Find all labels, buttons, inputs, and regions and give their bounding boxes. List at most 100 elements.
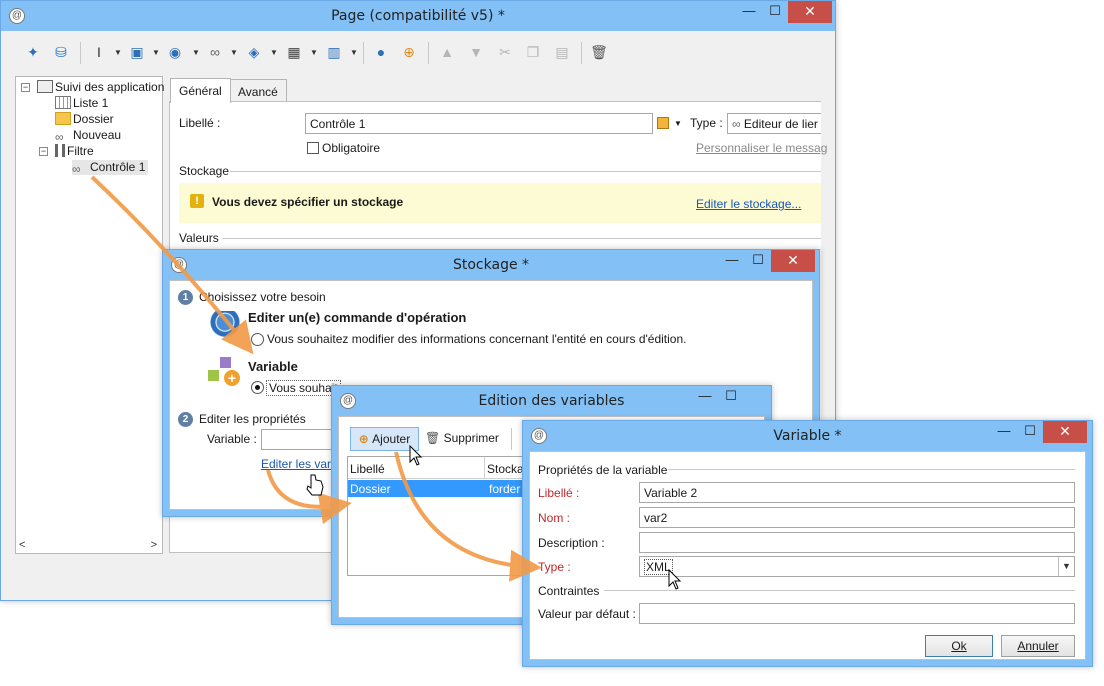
- copy-icon[interactable]: ❐: [524, 43, 542, 61]
- supprimer-button[interactable]: 🗑 Supprimer: [425, 431, 499, 445]
- dropdown-arrow-icon[interactable]: ▼: [674, 119, 682, 128]
- magic-wand-icon[interactable]: ✦: [24, 43, 42, 61]
- close-button[interactable]: ✕: [1043, 421, 1087, 443]
- dropdown-arrow-icon[interactable]: ▼: [192, 48, 200, 57]
- maximize-button[interactable]: ☐: [1017, 421, 1043, 443]
- type-label: Type :: [690, 116, 723, 130]
- step-2-label: Editer les propriétés: [199, 412, 306, 426]
- obligatoire-checkbox[interactable]: [307, 142, 319, 154]
- tree-collapse-icon[interactable]: −: [21, 83, 30, 92]
- step-1-badge: 1: [178, 290, 193, 305]
- libelle-input[interactable]: Contrôle 1: [305, 113, 653, 134]
- edit-stockage-link[interactable]: Editer le stockage...: [696, 197, 801, 211]
- minimize-button[interactable]: —: [719, 250, 745, 272]
- libelle-input[interactable]: Variable 2: [639, 482, 1075, 503]
- tree-item-controle[interactable]: ∞ Contrôle 1: [72, 160, 149, 176]
- columns-icon[interactable]: ▥: [325, 43, 343, 61]
- add-icon[interactable]: ⊕: [400, 43, 418, 61]
- form-icon: [37, 80, 53, 93]
- delete-icon: 🗑: [425, 431, 444, 445]
- tree-collapse-icon[interactable]: −: [39, 147, 48, 156]
- ok-button[interactable]: Ok: [925, 635, 993, 657]
- description-label: Description :: [538, 536, 605, 550]
- close-button[interactable]: ✕: [771, 250, 815, 272]
- tab-general[interactable]: Général: [170, 78, 231, 103]
- delete-icon[interactable]: 🗑: [590, 43, 608, 61]
- link-icon[interactable]: ∞: [206, 43, 224, 61]
- arrow-up-icon[interactable]: ▲: [438, 43, 456, 61]
- ajouter-button[interactable]: ⊕ Ajouter: [350, 427, 419, 451]
- arrow-down-icon[interactable]: ▼: [467, 43, 485, 61]
- tree-item-nouveau[interactable]: ∞ Nouveau: [55, 128, 121, 144]
- type-select[interactable]: ∞ Editeur de lier: [727, 113, 821, 134]
- link-icon: ∞: [55, 130, 64, 144]
- tree-item-root[interactable]: Suivi des application: [37, 80, 164, 94]
- maximize-button[interactable]: ☐: [745, 250, 771, 272]
- text-cursor-icon[interactable]: I: [90, 43, 108, 61]
- operation-command-icon: [210, 311, 240, 339]
- globe-icon[interactable]: ◉: [166, 43, 184, 61]
- filter-icon: [55, 144, 65, 157]
- section-divider: [230, 171, 821, 172]
- dropdown-arrow-icon[interactable]: ▼: [152, 48, 160, 57]
- cell-libelle: Dossier: [350, 482, 391, 496]
- option-operation-radio[interactable]: [251, 333, 264, 346]
- tab-avance[interactable]: Avancé: [229, 79, 287, 103]
- minimize-button[interactable]: —: [736, 1, 762, 23]
- warning-text: Vous devez spécifier un stockage: [212, 195, 404, 209]
- link-icon: ∞: [72, 162, 81, 176]
- option-variable-desc: Vous souhait: [266, 380, 341, 396]
- description-input[interactable]: [639, 532, 1075, 553]
- control-icon[interactable]: ▣: [128, 43, 146, 61]
- minimize-button[interactable]: —: [692, 386, 718, 408]
- edit-variables-link[interactable]: Editer les vari: [261, 457, 334, 471]
- tree-item-filtre[interactable]: Filtre: [55, 144, 94, 158]
- grid-icon: [55, 96, 71, 109]
- scroll-right-icon[interactable]: >: [151, 539, 157, 551]
- cube-icon[interactable]: ◈: [245, 43, 263, 61]
- dropdown-arrow-icon[interactable]: ▼: [350, 48, 358, 57]
- column-divider: [484, 457, 485, 479]
- warning-icon: !: [190, 194, 204, 208]
- dropdown-arrow-icon[interactable]: ▼: [114, 48, 122, 57]
- edition-titlebar: @ Edition des variables — ☐: [332, 386, 771, 416]
- option-variable-radio[interactable]: [251, 381, 264, 394]
- cell-stockage: forder: [489, 482, 521, 496]
- column-header-stockage[interactable]: Stocka: [487, 462, 522, 476]
- stockage-titlebar: @ Stockage * — ☐ ✕: [163, 250, 819, 280]
- variable-select[interactable]: [261, 429, 336, 450]
- table-grid-icon[interactable]: ▦: [285, 43, 303, 61]
- nom-input[interactable]: var2: [639, 507, 1075, 528]
- user-icon[interactable]: ●: [372, 43, 390, 61]
- type-label: Type :: [538, 560, 571, 574]
- dropdown-arrow-icon[interactable]: ▼: [270, 48, 278, 57]
- personnaliser-message-link[interactable]: Personnaliser le messag: [696, 141, 827, 155]
- database-icon[interactable]: ⛁: [52, 43, 70, 61]
- scroll-left-icon[interactable]: <: [19, 539, 25, 551]
- dropdown-arrow-icon[interactable]: ▼: [310, 48, 318, 57]
- tree-item-dossier[interactable]: Dossier: [55, 112, 114, 126]
- column-header-libelle[interactable]: Libellé: [350, 462, 385, 476]
- toolbar-separator: [581, 42, 582, 64]
- type-select[interactable]: XML: [639, 556, 1075, 577]
- annuler-button[interactable]: Annuler: [1001, 635, 1075, 657]
- option-variable-title: Variable: [248, 359, 298, 374]
- table-row[interactable]: Dossier forder: [348, 480, 522, 497]
- expression-icon[interactable]: [657, 117, 669, 129]
- paste-icon[interactable]: ▤: [553, 43, 571, 61]
- step-2-badge: 2: [178, 412, 193, 427]
- variables-table: Libellé Stocka Dossier forder: [347, 456, 523, 576]
- close-button[interactable]: ✕: [788, 1, 832, 23]
- maximize-button[interactable]: ☐: [762, 1, 788, 23]
- tree-item-liste[interactable]: Liste 1: [55, 96, 108, 110]
- toolbar-separator: [80, 42, 81, 64]
- cut-icon[interactable]: ✂: [496, 43, 514, 61]
- maximize-button[interactable]: ☐: [718, 386, 744, 408]
- proprietes-section-title: Propriétés de la variable: [538, 463, 668, 477]
- dropdown-arrow-icon[interactable]: ▼: [230, 48, 238, 57]
- folder-icon: [55, 112, 71, 125]
- valeur-defaut-label: Valeur par défaut :: [538, 607, 636, 621]
- minimize-button[interactable]: —: [991, 421, 1017, 443]
- chevron-down-icon[interactable]: ▼: [1058, 557, 1074, 576]
- valeur-defaut-input[interactable]: [639, 603, 1075, 624]
